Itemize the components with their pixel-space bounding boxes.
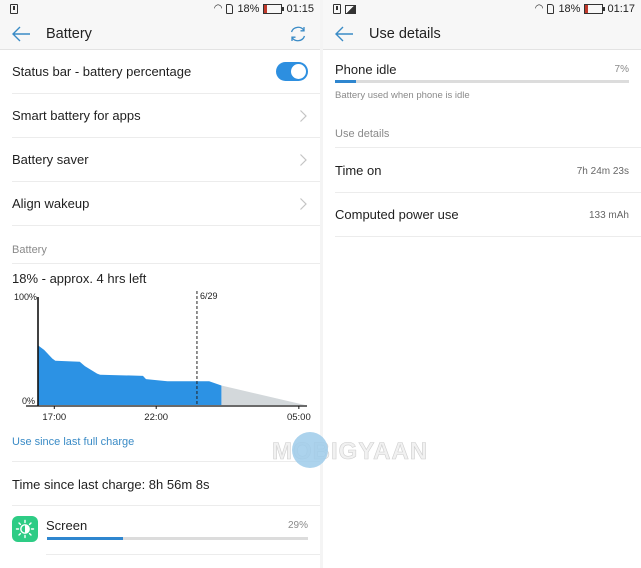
- y-tick-label: 0%: [22, 396, 35, 406]
- chevron-right-icon: [300, 154, 307, 166]
- x-ticks: 17:00 22:00 05:00: [42, 406, 311, 423]
- battery-icon: [584, 4, 606, 14]
- use-since-full-charge-link[interactable]: Use since last full charge: [12, 436, 134, 448]
- setting-label: Status bar - battery percentage: [12, 64, 192, 79]
- screen-brightness-icon: [12, 516, 38, 542]
- usage-bar: [47, 537, 308, 540]
- y-tick-label: 100%: [14, 292, 37, 302]
- battery-summary: 18% - approx. 4 hrs left: [12, 271, 147, 286]
- toggle-knob: [291, 64, 306, 79]
- wifi-icon: ◠: [534, 3, 544, 14]
- usage-item-name: Phone idle: [335, 62, 397, 77]
- back-arrow-icon[interactable]: [10, 24, 32, 44]
- date-marker-label: 6/29: [200, 291, 218, 301]
- battery-percentage-toggle[interactable]: [276, 62, 308, 81]
- sim-icon: [547, 4, 555, 14]
- chevron-right-icon: [300, 198, 307, 210]
- setting-battery-saver[interactable]: Battery saver: [12, 138, 320, 182]
- sim-icon: [226, 4, 234, 14]
- image-icon: [345, 5, 356, 14]
- setting-align-wakeup[interactable]: Align wakeup: [12, 182, 320, 226]
- detail-value: 7h 24m 23s: [576, 166, 629, 177]
- battery-icon: [263, 4, 285, 14]
- x-tick-label: 22:00: [144, 412, 168, 423]
- usage-item-description: Battery used when phone is idle: [335, 90, 470, 101]
- setting-label: Smart battery for apps: [12, 108, 141, 123]
- wifi-icon: ◠: [213, 3, 223, 14]
- battery-alert-icon: [10, 4, 18, 14]
- setting-smart-battery[interactable]: Smart battery for apps: [12, 94, 320, 138]
- setting-label: Battery saver: [12, 152, 89, 167]
- use-since-full-charge-row[interactable]: Use since last full charge: [12, 428, 320, 462]
- setting-label: Align wakeup: [12, 196, 90, 211]
- battery-alert-icon: [333, 4, 341, 14]
- detail-label: Computed power use: [335, 207, 459, 222]
- back-arrow-icon[interactable]: [333, 24, 355, 44]
- usage-bar-fill: [47, 537, 123, 540]
- status-bar: ◠ 18% 01:17: [323, 0, 641, 19]
- usage-bar-fill: [335, 80, 356, 83]
- detail-row-time-on: Time on 7h 24m 23s: [335, 149, 641, 193]
- page-title: Battery: [46, 26, 92, 42]
- detail-row-computed-power: Computed power use 133 mAh: [335, 193, 641, 237]
- x-tick-label: 17:00: [42, 412, 66, 423]
- use-details-screen: ◠ 18% 01:17 Use details Phone idle 7% Ba…: [323, 0, 641, 568]
- projection-area: [221, 385, 305, 405]
- usage-bar: [335, 80, 629, 83]
- page-title: Use details: [369, 26, 441, 42]
- battery-level-area: [38, 345, 222, 405]
- use-details-section-header: Use details: [335, 118, 641, 148]
- status-bar: ◠ 18% 01:15: [0, 0, 320, 19]
- battery-history-chart: 6/29 100% 0% 17:00 22:00 05:00: [14, 291, 311, 423]
- detail-value: 133 mAh: [588, 210, 629, 221]
- status-time: 01:17: [607, 3, 635, 15]
- time-since-label: Time since last charge: 8h 56m 8s: [12, 477, 210, 492]
- status-time: 01:15: [286, 3, 314, 15]
- status-battery-percent: 18%: [558, 3, 581, 15]
- app-usage-percent: 29%: [287, 520, 308, 531]
- setting-battery-percentage[interactable]: Status bar - battery percentage: [12, 50, 320, 94]
- app-bar: Battery: [0, 19, 320, 50]
- section-header-label: Use details: [335, 128, 390, 140]
- detail-label: Time on: [335, 163, 382, 178]
- app-usage-row-screen[interactable]: Screen 29%: [12, 507, 320, 555]
- usage-item-percent: 7%: [614, 64, 629, 75]
- app-bar: Use details: [323, 19, 641, 50]
- x-tick-label: 05:00: [287, 412, 311, 423]
- time-since-last-charge: Time since last charge: 8h 56m 8s: [12, 462, 320, 506]
- chevron-right-icon: [300, 110, 307, 122]
- divider: [46, 554, 320, 555]
- status-battery-percent: 18%: [237, 3, 260, 15]
- battery-section-header: Battery: [12, 226, 320, 264]
- app-name: Screen: [46, 518, 88, 533]
- battery-screen: ◠ 18% 01:15 Battery Status bar - battery…: [0, 0, 320, 568]
- section-header-label: Battery: [12, 244, 47, 256]
- refresh-icon[interactable]: [288, 24, 308, 44]
